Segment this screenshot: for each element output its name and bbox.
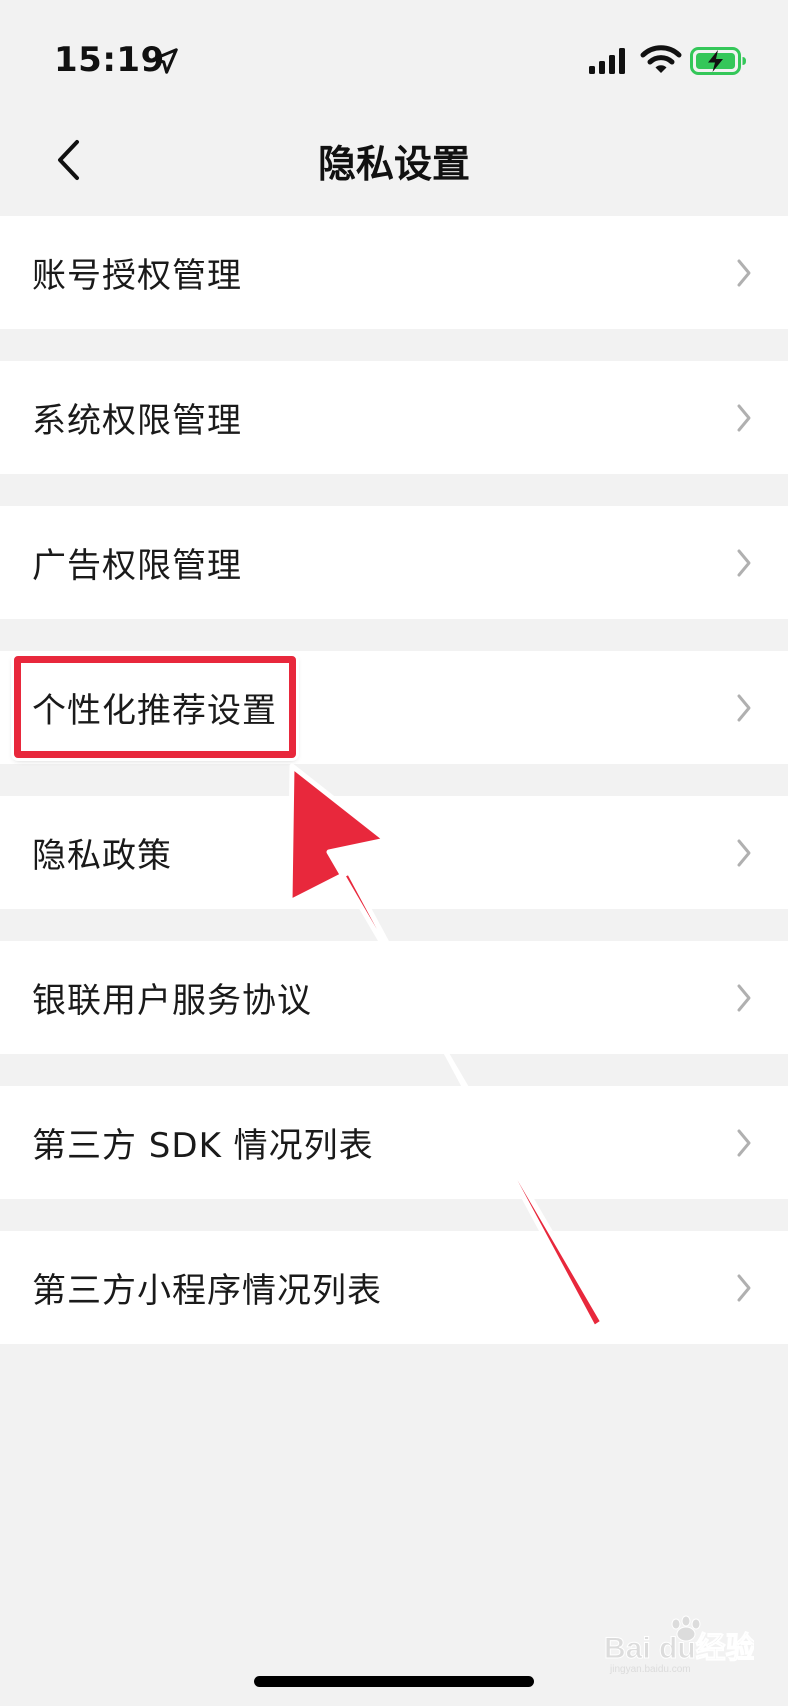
list-item-label: 广告权限管理 xyxy=(32,546,242,586)
chevron-right-icon xyxy=(737,1129,751,1156)
chevron-right-icon xyxy=(737,694,751,721)
list-item-label: 系统权限管理 xyxy=(32,401,242,441)
highlight-box xyxy=(14,656,296,758)
chevron-right-icon xyxy=(737,404,751,431)
chevron-right-icon xyxy=(737,839,751,866)
list-item-account-authorization[interactable]: 账号授权管理 xyxy=(0,216,788,329)
svg-text:jingyan.baidu.com: jingyan.baidu.com xyxy=(609,1664,691,1674)
chevron-right-icon xyxy=(737,259,751,286)
list-item-system-permissions[interactable]: 系统权限管理 xyxy=(0,361,788,474)
list-item-label: 隐私政策 xyxy=(32,836,172,876)
list-item-privacy-policy[interactable]: 隐私政策 xyxy=(0,796,788,909)
list-item-ad-permissions[interactable]: 广告权限管理 xyxy=(0,506,788,619)
list-item-label: 第三方小程序情况列表 xyxy=(32,1271,382,1311)
wifi-icon xyxy=(640,45,682,73)
list-item-label: 第三方 SDK 情况列表 xyxy=(32,1126,374,1166)
privacy-settings-list: 账号授权管理 系统权限管理 广告权限管理 个性化推荐设置 隐私政策 银联用户服务… xyxy=(0,216,788,1376)
list-item-label: 账号授权管理 xyxy=(32,256,242,296)
battery-charging-icon xyxy=(690,47,746,75)
list-item-unionpay-user-agreement[interactable]: 银联用户服务协议 xyxy=(0,941,788,1054)
status-bar: 15:19 xyxy=(0,0,788,110)
list-item-label: 银联用户服务协议 xyxy=(32,981,312,1021)
location-arrow-icon xyxy=(152,48,178,74)
chevron-right-icon xyxy=(737,1274,751,1301)
list-item-third-party-sdk-list[interactable]: 第三方 SDK 情况列表 xyxy=(0,1086,788,1199)
home-indicator[interactable] xyxy=(254,1676,534,1687)
chevron-right-icon xyxy=(737,984,751,1011)
svg-text:Bai du经验: Bai du经验 xyxy=(604,1631,754,1665)
page-title: 隐私设置 xyxy=(317,141,470,186)
cellular-signal-icon xyxy=(589,48,625,74)
status-time: 15:19 xyxy=(54,40,165,80)
chevron-right-icon xyxy=(737,549,751,576)
list-item-third-party-miniprogram-list[interactable]: 第三方小程序情况列表 xyxy=(0,1231,788,1344)
baidu-jingyan-watermark: Bai du经验 jingyan.baidu.com xyxy=(604,1615,754,1674)
nav-bar: 隐私设置 xyxy=(0,110,788,210)
